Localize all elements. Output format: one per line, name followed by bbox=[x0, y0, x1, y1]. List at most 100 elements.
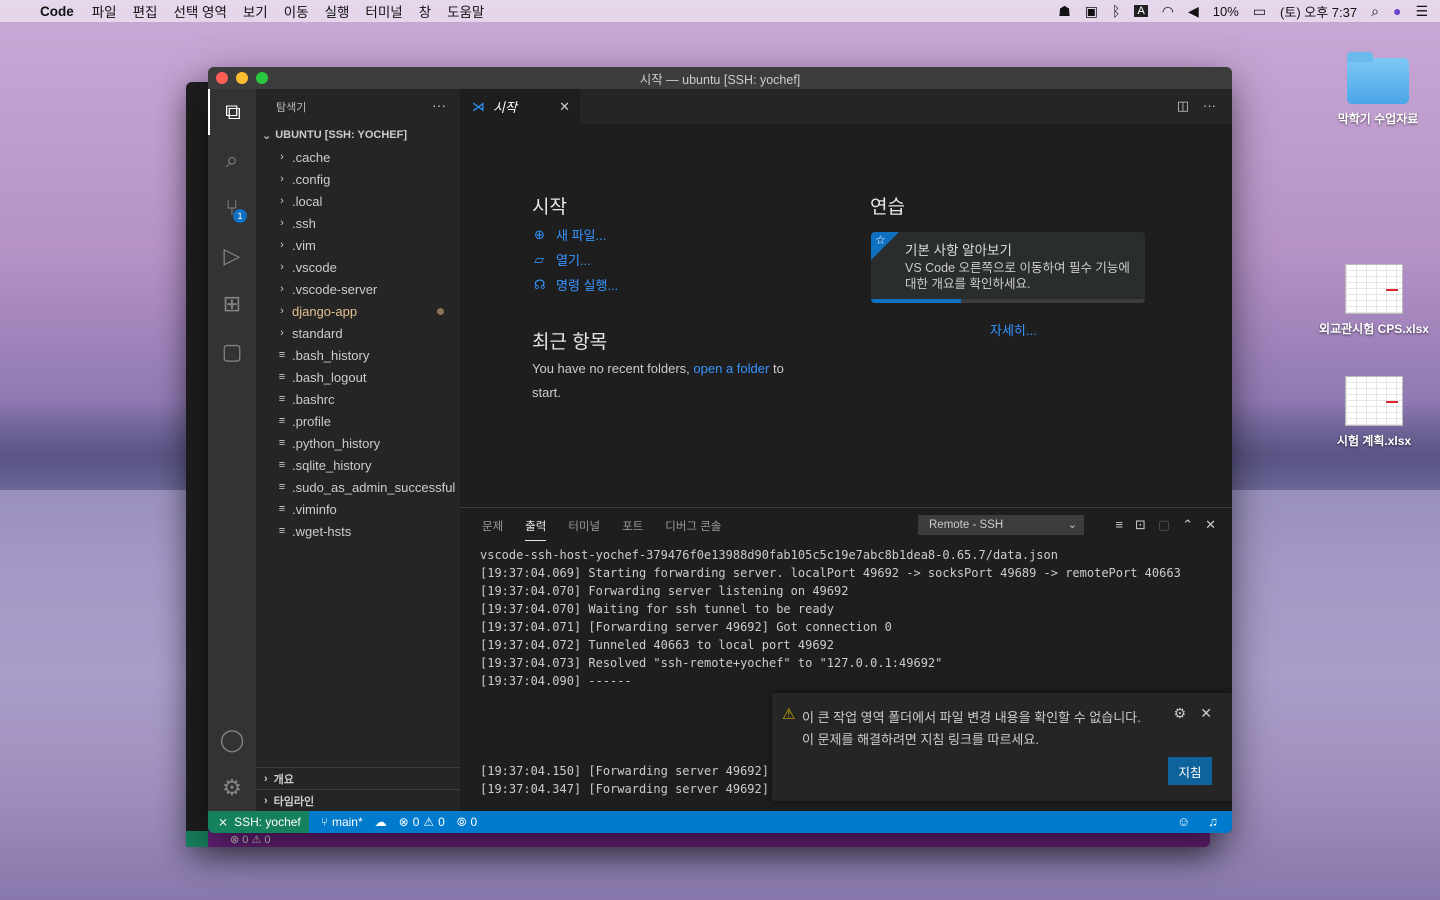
tab-terminal[interactable]: 터미널 bbox=[568, 518, 600, 534]
split-editor-icon[interactable]: ◫ bbox=[1177, 98, 1189, 114]
menu-view[interactable]: 보기 bbox=[243, 1, 268, 21]
desktop-xlsx-file[interactable]: 외교관시험 CPS.xlsx bbox=[1314, 264, 1434, 337]
clock[interactable]: (토) 오후 7:37 bbox=[1280, 2, 1357, 21]
tree-item-label: .vim bbox=[292, 237, 316, 253]
run-command-link[interactable]: ☊ 명령 실행... bbox=[534, 275, 618, 294]
tree-file[interactable]: ≡ .viminfo bbox=[256, 498, 460, 520]
close-panel-icon[interactable]: ✕ bbox=[1205, 517, 1216, 533]
tree-folder[interactable]: › .vscode-server bbox=[256, 278, 460, 300]
tab-problems[interactable]: 문제 bbox=[482, 518, 503, 534]
menu-file[interactable]: 파일 bbox=[92, 1, 117, 21]
timeline-section[interactable]: › 타임라인 bbox=[256, 789, 460, 811]
settings-gear-icon[interactable]: ⚙ bbox=[208, 765, 256, 811]
new-file-link[interactable]: ⊕ 새 파일... bbox=[534, 225, 606, 244]
more-walkthroughs-link[interactable]: 자세히... bbox=[990, 320, 1037, 339]
accounts-icon[interactable]: ◯ bbox=[208, 717, 256, 763]
tree-folder[interactable]: › .ssh bbox=[256, 212, 460, 234]
tree-file[interactable]: ≡ .bash_history bbox=[256, 344, 460, 366]
more-actions-icon[interactable]: ··· bbox=[432, 97, 446, 113]
walkthrough-card[interactable]: ☆ 기본 사항 알아보기 VS Code 오른쪽으로 이동하여 필수 기능에 대… bbox=[871, 232, 1145, 303]
notification-settings-icon[interactable]: ⚙ bbox=[1173, 705, 1186, 722]
tab-debug-console[interactable]: 디버그 콘솔 bbox=[665, 518, 721, 534]
desktop-xlsx-file[interactable]: 시험 계획.xlsx bbox=[1314, 376, 1434, 449]
battery-percent[interactable]: 10% bbox=[1213, 4, 1239, 19]
feedback-icon[interactable]: ☺ bbox=[1177, 814, 1190, 829]
tab-ports[interactable]: 포트 bbox=[622, 518, 643, 534]
bluetooth-icon[interactable]: ᛒ bbox=[1112, 3, 1120, 19]
explorer-icon[interactable]: ⧉ bbox=[208, 89, 256, 135]
tree-folder[interactable]: › .config bbox=[256, 168, 460, 190]
extensions-icon[interactable]: ⊞ bbox=[208, 281, 256, 327]
open-log-icon[interactable]: ▢ bbox=[1158, 517, 1170, 533]
folder-open-icon: ▱ bbox=[534, 251, 544, 267]
spotlight-icon[interactable]: ⌕ bbox=[1371, 3, 1379, 20]
source-control-icon[interactable]: ⑂ 1 bbox=[208, 185, 256, 231]
open-folder-link[interactable]: open a folder bbox=[693, 361, 769, 376]
menu-selection[interactable]: 선택 영역 bbox=[173, 1, 226, 21]
outline-section[interactable]: › 개요 bbox=[256, 767, 460, 789]
more-actions-icon[interactable]: ··· bbox=[1203, 98, 1216, 114]
minimize-window-button[interactable] bbox=[236, 72, 248, 84]
outline-label: 개요 bbox=[273, 773, 294, 786]
problems-indicator[interactable]: ⊗ 0 ⚠ 0 bbox=[399, 815, 445, 829]
tree-folder[interactable]: › .local bbox=[256, 190, 460, 212]
storage-icon[interactable]: ▣ bbox=[1085, 3, 1098, 20]
close-notification-icon[interactable]: ✕ bbox=[1200, 705, 1212, 722]
output-line: [19:37:04.090] ------ bbox=[480, 674, 632, 688]
workspace-root[interactable]: ⌄ UBUNTU [SSH: YOCHEF] bbox=[256, 124, 460, 146]
tree-folder[interactable]: › standard bbox=[256, 322, 460, 344]
close-tab-icon[interactable]: ✕ bbox=[559, 99, 570, 115]
wifi-icon[interactable]: ◠ bbox=[1162, 3, 1174, 20]
explorer-sidebar: 탐색기 ··· ⌄ UBUNTU [SSH: YOCHEF] › .cache ›.… bbox=[256, 89, 460, 811]
run-debug-icon[interactable]: ▷ bbox=[208, 233, 256, 279]
tree-folder[interactable]: › .vim bbox=[256, 234, 460, 256]
output-channel-select[interactable]: Remote - SSH ⌄ bbox=[918, 515, 1084, 535]
notifications-bell-icon[interactable]: ♫ bbox=[1208, 814, 1218, 829]
background-remote-indicator[interactable] bbox=[186, 831, 208, 847]
tree-folder[interactable]: › django-app bbox=[256, 300, 460, 322]
tree-file[interactable]: ≡ .python_history bbox=[256, 432, 460, 454]
input-source-icon[interactable]: A bbox=[1134, 5, 1148, 17]
desktop-folder[interactable]: 막학기 수업자료 bbox=[1318, 52, 1438, 127]
menu-go[interactable]: 이동 bbox=[284, 1, 309, 21]
tab-welcome[interactable]: ⋊ 시작 ✕ bbox=[460, 89, 580, 124]
close-window-button[interactable] bbox=[216, 72, 228, 84]
tree-file[interactable]: ≡ .wget-hsts bbox=[256, 520, 460, 542]
tree-file[interactable]: ≡ .sudo_as_admin_successful bbox=[256, 476, 460, 498]
panel-tabs: 문제 출력 터미널 포트 디버그 콘솔 Remote - SSH ⌄ ≡ ⊡ ▢… bbox=[460, 508, 1232, 544]
remote-explorer-icon[interactable]: ▢ bbox=[208, 329, 256, 375]
sync-button[interactable]: ☁ bbox=[375, 815, 387, 829]
branch-indicator[interactable]: ⑂ main* bbox=[321, 815, 363, 829]
tab-output[interactable]: 출력 bbox=[525, 518, 547, 541]
tree-file[interactable]: ≡ .bashrc bbox=[256, 388, 460, 410]
remote-indicator[interactable]: ⨯ SSH: yochef bbox=[208, 811, 309, 833]
tree-file[interactable]: ≡ .sqlite_history bbox=[256, 454, 460, 476]
menu-edit[interactable]: 편집 bbox=[133, 1, 158, 21]
tree-file[interactable]: ≡ .bash_logout bbox=[256, 366, 460, 388]
app-status-icon[interactable]: ☗ bbox=[1058, 3, 1071, 20]
instructions-button[interactable]: 지침 bbox=[1168, 757, 1212, 785]
app-menu[interactable]: Code bbox=[40, 4, 74, 19]
clear-output-icon[interactable]: ≡ bbox=[1115, 517, 1123, 533]
menu-window[interactable]: 창 bbox=[419, 1, 431, 21]
maximize-panel-icon[interactable]: ⌃ bbox=[1182, 517, 1193, 533]
menu-help[interactable]: 도움말 bbox=[447, 1, 484, 21]
open-link[interactable]: ▱ 열기... bbox=[534, 250, 591, 269]
background-problems-count[interactable]: ⊗ 0 ⚠ 0 bbox=[230, 833, 270, 846]
menu-run[interactable]: 실행 bbox=[325, 1, 350, 21]
tree-folder[interactable]: › .vscode bbox=[256, 256, 460, 278]
notification-center-icon[interactable]: ☰ bbox=[1415, 3, 1428, 20]
battery-icon[interactable]: ▭ bbox=[1253, 3, 1266, 20]
tree-file[interactable]: ≡ .profile bbox=[256, 410, 460, 432]
siri-icon[interactable]: ● bbox=[1393, 3, 1401, 19]
tree-item-label: .profile bbox=[292, 413, 332, 429]
ports-indicator[interactable]: ⦾ 0 bbox=[457, 815, 477, 830]
chevron-right-icon: › bbox=[280, 173, 284, 185]
menu-terminal[interactable]: 터미널 bbox=[365, 1, 402, 21]
tree-folder[interactable]: › .cache bbox=[256, 146, 460, 168]
search-icon[interactable]: ⌕ bbox=[208, 137, 256, 183]
zoom-window-button[interactable] bbox=[256, 72, 268, 84]
titlebar[interactable]: 시작 — ubuntu [SSH: yochef] bbox=[208, 67, 1232, 89]
lock-scroll-icon[interactable]: ⊡ bbox=[1135, 517, 1146, 533]
volume-icon[interactable]: ◀ bbox=[1188, 3, 1199, 20]
